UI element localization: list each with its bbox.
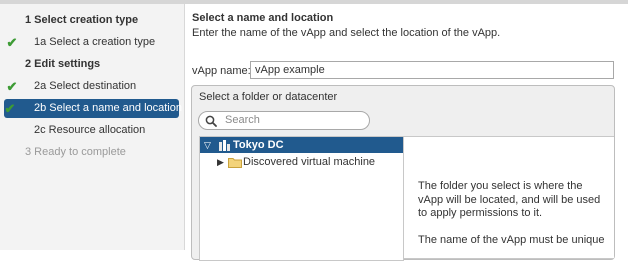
step-1-header: 1 Select creation type [0,11,184,30]
step-label: 2b Select a name and location [34,102,182,114]
page-title: Select a name and location [192,12,334,24]
step-label: 1a Select a creation type [34,36,156,48]
search-input[interactable]: Search [198,111,370,130]
info-panel: The folder you select is where the vApp … [404,136,614,259]
folder-panel-label: Select a folder or datacenter [199,91,338,103]
step-1a[interactable]: ✔ 1a Select a creation type [0,33,184,52]
step-label: 2 Edit settings [25,58,101,70]
search-placeholder: Search [225,114,260,126]
step-2-header: 2 Edit settings [0,55,184,74]
datacenter-icon [219,140,230,151]
check-icon: ✔ [6,79,18,94]
step-3-disabled: 3 Ready to complete [0,143,184,162]
step-2b-active[interactable]: ✔ 2b Select a name and location [4,99,182,118]
folder-tree: ▽ Tokyo DC ▶ Discovered virtual machine [199,136,404,261]
tree-item-folder[interactable]: ▶ Discovered virtual machine [200,154,403,170]
wizard-steps-panel: 1 Select creation type ✔ 1a Select a cre… [0,4,185,250]
vapp-name-label: vApp name: [192,65,251,77]
check-icon: ✔ [4,101,16,116]
step-label: 2c Resource allocation [34,124,146,136]
step-label: 3 Ready to complete [25,146,126,158]
main-content: Select a name and location Enter the nam… [191,4,628,261]
page-subtitle: Enter the name of the vApp and select th… [192,27,501,39]
info-text-unique: The name of the vApp must be unique [418,234,605,246]
tree-item-label: Tokyo DC [233,139,284,151]
step-2c[interactable]: 2c Resource allocation [0,121,184,140]
tree-item-datacenter[interactable]: ▽ Tokyo DC [200,137,403,153]
folder-icon [228,158,242,168]
tree-item-label: Discovered virtual machine [243,156,376,168]
check-icon: ✔ [6,35,18,50]
vapp-name-input[interactable]: vApp example [250,61,614,79]
expand-down-icon[interactable]: ▽ [204,137,211,153]
info-text-location: The folder you select is where the vApp … [418,180,601,219]
step-label: 2a Select destination [34,80,137,92]
folder-selection-panel: Select a folder or datacenter Search ▽ T… [191,85,615,261]
expand-right-icon[interactable]: ▶ [217,154,224,170]
step-label: 1 Select creation type [25,14,139,26]
search-icon [205,115,217,127]
step-2a[interactable]: ✔ 2a Select destination [0,77,184,96]
